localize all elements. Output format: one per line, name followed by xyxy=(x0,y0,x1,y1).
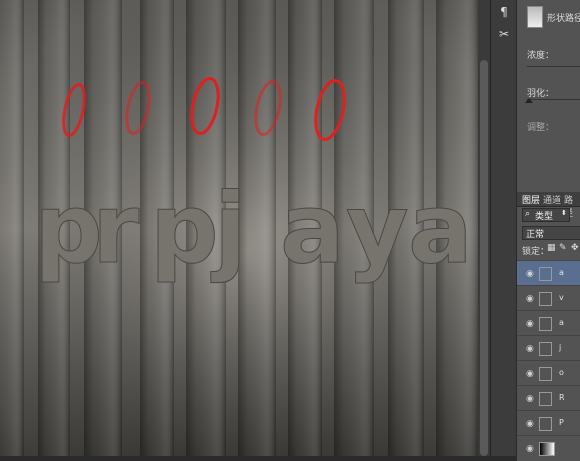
layer-row[interactable]: ◉ P xyxy=(517,410,580,436)
right-panel: 形状路径 浓度： 羽化： 调整： 图层 通道 路径 ⌕ 类型 ⬍ 正常 锁定： … xyxy=(516,0,580,461)
layer-thumbnail xyxy=(539,342,552,356)
layer-filter-select[interactable]: ⌕ 类型 ⬍ xyxy=(522,208,570,222)
chevron-down-icon: ⬍ xyxy=(561,209,567,217)
tab-layers[interactable]: 图层 xyxy=(522,193,540,206)
layer-thumbnail xyxy=(539,367,552,381)
layer-row[interactable]: ◉ v xyxy=(517,285,580,311)
layer-name: o xyxy=(559,368,564,377)
adjust-label: 调整： xyxy=(527,123,555,133)
layer-thumbnail xyxy=(539,442,555,456)
layer-name: j xyxy=(559,343,562,352)
eye-icon[interactable]: ◉ xyxy=(526,444,534,454)
eye-icon[interactable]: ◉ xyxy=(526,294,534,304)
wall-stripe xyxy=(0,0,24,456)
feather-slider[interactable] xyxy=(527,99,580,100)
lock-label: 锁定： xyxy=(522,247,550,257)
layers-tabbar: 图层 通道 路径 xyxy=(517,192,580,219)
shape-path-thumbnail xyxy=(527,6,543,28)
tools-icon[interactable]: ✂ xyxy=(494,24,514,44)
search-icon: ⌕ xyxy=(525,209,531,219)
blend-mode-value: 正常 xyxy=(526,230,545,240)
document-canvas[interactable]: prpjaya xyxy=(0,0,490,456)
layer-name: P xyxy=(559,418,564,427)
canvas-letter: a xyxy=(280,173,345,285)
canvas-letter: j xyxy=(210,173,247,285)
layer-row[interactable]: ◉ o xyxy=(517,360,580,386)
eye-icon[interactable]: ◉ xyxy=(526,319,534,329)
canvas-letter: p xyxy=(150,173,219,285)
filter-kind-value: 类型 xyxy=(535,212,554,222)
lock-paint-icon[interactable]: ✎ xyxy=(559,243,567,253)
eye-icon[interactable]: ◉ xyxy=(526,344,534,354)
canvas-letter: r xyxy=(92,173,140,285)
layer-name: a xyxy=(559,318,564,327)
density-label: 浓度： xyxy=(527,51,555,61)
layer-name: R xyxy=(559,393,565,402)
eye-icon[interactable]: ◉ xyxy=(526,269,534,279)
layer-thumbnail xyxy=(539,292,552,306)
layer-thumbnail xyxy=(539,267,552,281)
paragraph-icon[interactable]: ¶ xyxy=(494,2,514,22)
canvas-letter: y xyxy=(346,173,409,285)
canvas-scrollbar[interactable] xyxy=(478,0,490,456)
eye-icon[interactable]: ◉ xyxy=(526,394,534,404)
layer-name: a xyxy=(559,268,564,277)
layer-thumbnail xyxy=(539,417,552,431)
eye-icon[interactable]: ◉ xyxy=(526,419,534,429)
blend-mode-select[interactable]: 正常 xyxy=(522,226,580,240)
layer-row[interactable]: ◉ R xyxy=(517,385,580,411)
layer-row[interactable]: ◉ j xyxy=(517,335,580,361)
canvas-artwork: pr pj a y a xyxy=(0,0,490,456)
density-slider[interactable] xyxy=(527,66,580,67)
lock-transparent-icon[interactable]: ▦ xyxy=(547,243,556,253)
lock-move-icon[interactable]: ✥ xyxy=(571,243,579,253)
layer-row[interactable]: ◉ xyxy=(517,435,580,461)
layer-name: v xyxy=(559,293,564,302)
layer-row[interactable]: ◉ a xyxy=(517,260,580,286)
shape-path-label: 形状路径 xyxy=(547,14,580,24)
layer-thumbnail xyxy=(539,392,552,406)
feather-slider-knob[interactable] xyxy=(525,98,533,103)
layer-thumbnail xyxy=(539,317,552,331)
tab-channels[interactable]: 通道 xyxy=(543,193,561,206)
panel-toolstrip: ¶ ✂ xyxy=(490,0,517,456)
layer-row[interactable]: ◉ a xyxy=(517,310,580,336)
eye-icon[interactable]: ◉ xyxy=(526,369,534,379)
canvas-letter: a xyxy=(408,173,473,285)
scrollbar-thumb[interactable] xyxy=(480,60,488,456)
